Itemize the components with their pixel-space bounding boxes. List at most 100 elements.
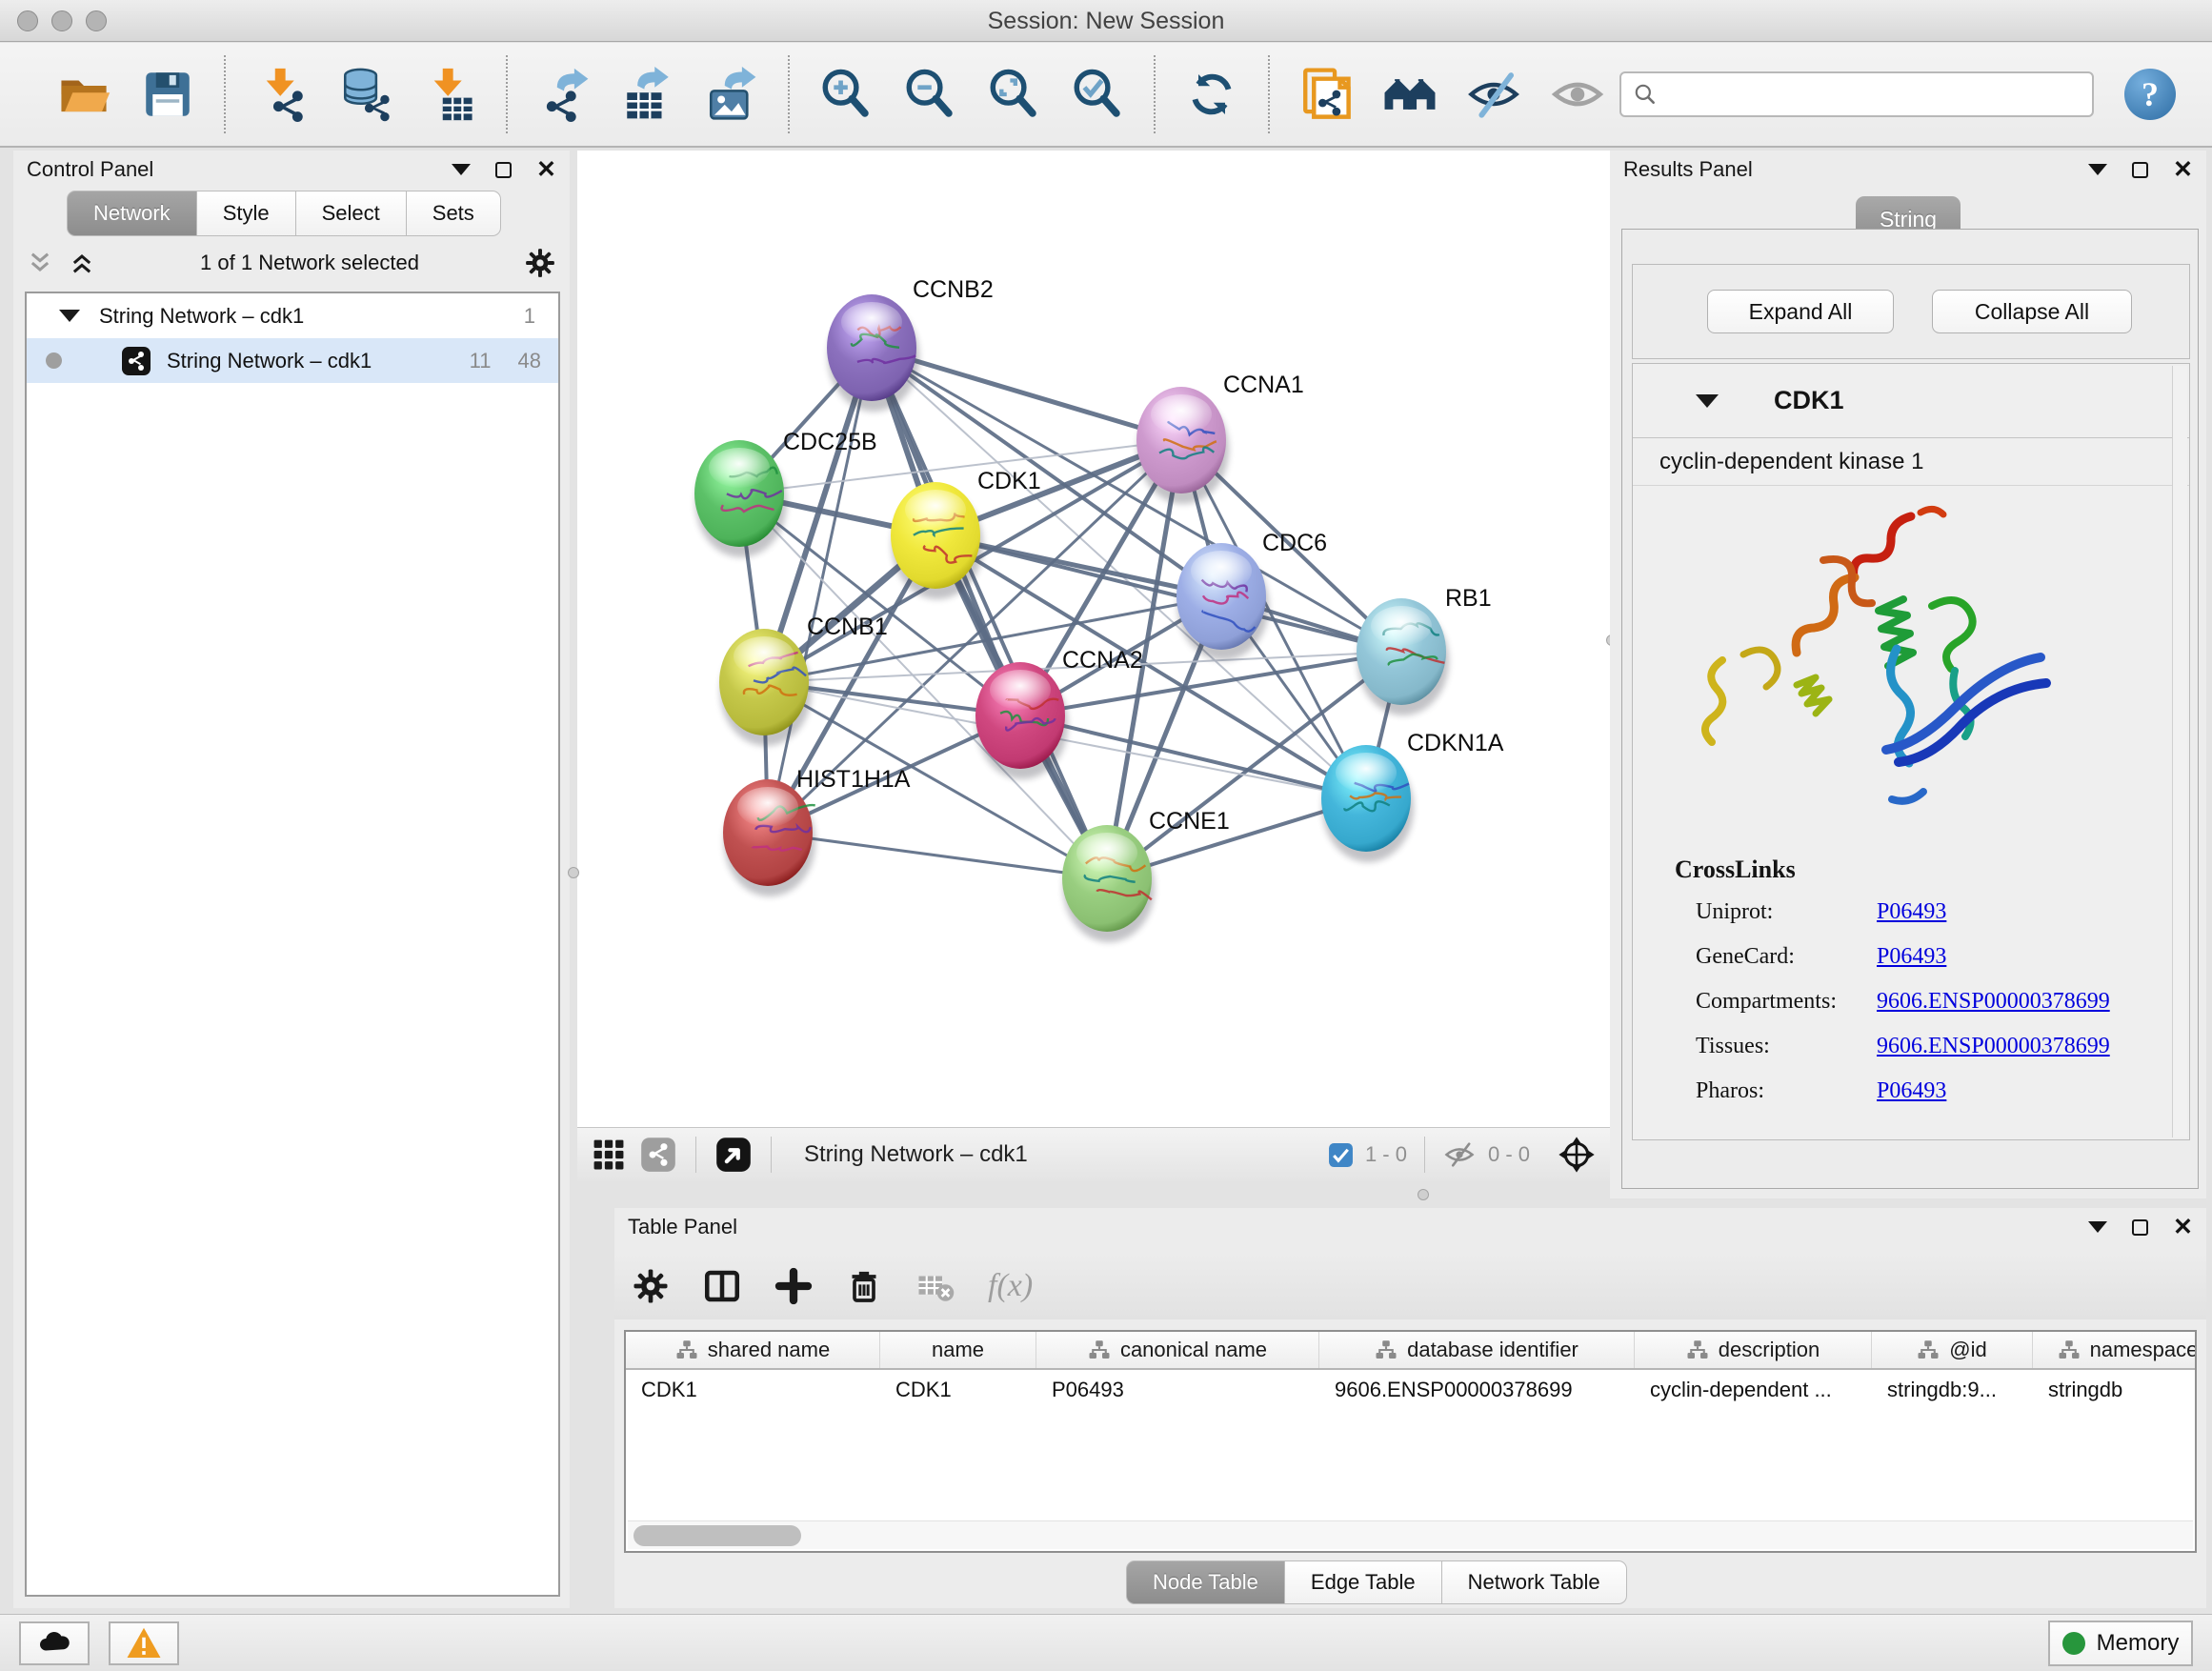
- table-cell[interactable]: CDK1: [626, 1370, 880, 1410]
- search-input[interactable]: [1667, 82, 2081, 107]
- network-node-CCNA1[interactable]: CCNA1: [1136, 372, 1304, 504]
- duplicate-network-button[interactable]: [1296, 64, 1357, 125]
- grid-view-icon[interactable]: [591, 1137, 627, 1173]
- horizontal-scrollbar[interactable]: [628, 1520, 2193, 1549]
- first-neighbors-button[interactable]: [1379, 64, 1440, 125]
- zoom-in-button[interactable]: [815, 64, 876, 125]
- column-header-namespace[interactable]: namespace: [2033, 1332, 2197, 1368]
- column-header-name[interactable]: name: [880, 1332, 1036, 1368]
- import-network-database-button[interactable]: [335, 64, 396, 125]
- vertical-splitter-handle[interactable]: [568, 867, 579, 878]
- zoom-out-button[interactable]: [899, 64, 960, 125]
- network-node-CCNE1[interactable]: CCNE1: [1062, 808, 1230, 942]
- show-all-hidden-button[interactable]: [1547, 64, 1608, 125]
- detach-view-icon[interactable]: [715, 1137, 752, 1173]
- crosslink-value[interactable]: P06493: [1877, 1078, 1946, 1104]
- window-title: Session: New Session: [0, 0, 2212, 42]
- network-node-CDKN1A[interactable]: CDKN1A: [1321, 730, 1504, 862]
- column-header-canonicalname[interactable]: canonical name: [1036, 1332, 1319, 1368]
- tab-sets[interactable]: Sets: [407, 191, 501, 236]
- import-network-icon: [254, 67, 310, 122]
- panel-float-icon[interactable]: [2132, 162, 2148, 178]
- network-node-RB1[interactable]: RB1: [1357, 585, 1492, 715]
- tree-expand-icon[interactable]: [59, 310, 80, 322]
- table-tabs: Node TableEdge TableNetwork Table: [1126, 1560, 1627, 1604]
- tab-network[interactable]: Network: [67, 191, 197, 236]
- save-session-button[interactable]: [137, 64, 198, 125]
- column-header-description[interactable]: description: [1635, 1332, 1872, 1368]
- results-scrollbar[interactable]: [2172, 366, 2187, 1137]
- cloud-button[interactable]: [19, 1621, 90, 1665]
- tab-node-table[interactable]: Node Table: [1126, 1560, 1285, 1604]
- export-image-button[interactable]: [701, 64, 762, 125]
- crosslink-value[interactable]: P06493: [1877, 944, 1946, 970]
- network-collection-row[interactable]: String Network – cdk1 1: [27, 293, 558, 338]
- table-cell[interactable]: 9606.ENSP00000378699: [1319, 1370, 1635, 1410]
- help-button[interactable]: ?: [2124, 69, 2176, 120]
- add-column-icon[interactable]: [774, 1267, 813, 1305]
- panel-close-icon[interactable]: ✕: [2173, 158, 2193, 182]
- table-cell[interactable]: CDK1: [880, 1370, 1036, 1410]
- network-row[interactable]: String Network – cdk1 11 48: [27, 338, 558, 383]
- hide-selected-button[interactable]: [1463, 64, 1524, 125]
- delete-column-icon[interactable]: [845, 1267, 883, 1305]
- panel-menu-icon[interactable]: [2088, 1221, 2107, 1233]
- scrollbar-thumb[interactable]: [633, 1525, 801, 1546]
- results-panel: Results Panel ✕ String Expand All Collap…: [1610, 151, 2206, 1198]
- network-node-HIST1H1A[interactable]: HIST1H1A: [723, 766, 911, 896]
- import-network-file-button[interactable]: [251, 64, 312, 125]
- apply-layout-button[interactable]: [1181, 64, 1242, 125]
- gear-icon[interactable]: [524, 247, 556, 279]
- memory-button[interactable]: Memory: [2048, 1621, 2193, 1666]
- selected-checkbox-icon[interactable]: [1328, 1142, 1354, 1168]
- warnings-button[interactable]: [109, 1621, 179, 1665]
- network-list: String Network – cdk1 1 String Network –…: [25, 292, 560, 1597]
- protein-structure-image: [1675, 492, 2075, 825]
- open-file-button[interactable]: [53, 64, 114, 125]
- table-cell[interactable]: P06493: [1036, 1370, 1319, 1410]
- network-graph[interactable]: CCNB2CCNA1CDC25BCDK1CDC6RB1CCNB1CCNA2CDK…: [577, 151, 1610, 1127]
- birds-eye-crosshair-icon[interactable]: [1557, 1135, 1597, 1175]
- tab-select[interactable]: Select: [296, 191, 407, 236]
- export-table-button[interactable]: [617, 64, 678, 125]
- expand-all-button[interactable]: Expand All: [1707, 290, 1894, 333]
- crosslink-value[interactable]: P06493: [1877, 899, 1946, 925]
- panel-close-icon[interactable]: ✕: [536, 158, 556, 182]
- table-cell[interactable]: stringdb: [2033, 1370, 2197, 1410]
- zoom-selected-button[interactable]: [1067, 64, 1128, 125]
- network-status-dot: [46, 352, 62, 369]
- tab-network-table[interactable]: Network Table: [1442, 1560, 1627, 1604]
- crosslink-value[interactable]: 9606.ENSP00000378699: [1877, 1034, 2110, 1059]
- column-header-sharedname[interactable]: shared name: [626, 1332, 880, 1368]
- section-collapse-icon[interactable]: [1696, 394, 1719, 408]
- crosslink-row: Tissues:9606.ENSP00000378699: [1633, 1034, 2189, 1072]
- crosslink-value[interactable]: 9606.ENSP00000378699: [1877, 989, 2110, 1015]
- tab-edge-table[interactable]: Edge Table: [1285, 1560, 1442, 1604]
- network-node-CCNB1[interactable]: CCNB1: [719, 614, 888, 746]
- panel-float-icon[interactable]: [495, 162, 512, 178]
- network-view-mode-icon[interactable]: [640, 1137, 676, 1173]
- table-cell[interactable]: cyclin-dependent ...: [1635, 1370, 1872, 1410]
- gear-icon[interactable]: [632, 1267, 670, 1305]
- expand-all-icon[interactable]: [69, 250, 95, 276]
- import-table-file-button[interactable]: [419, 64, 480, 125]
- network-node-CDC25B[interactable]: CDC25B: [694, 429, 877, 557]
- network-node-CCNB2[interactable]: CCNB2: [827, 276, 994, 412]
- panel-float-icon[interactable]: [2132, 1219, 2148, 1236]
- export-network-button[interactable]: [533, 64, 594, 125]
- table-row[interactable]: CDK1CDK1P064939606.ENSP00000378699cyclin…: [626, 1370, 2195, 1410]
- table-cell[interactable]: stringdb:9...: [1872, 1370, 2033, 1410]
- column-header-id[interactable]: @id: [1872, 1332, 2033, 1368]
- zoom-fit-button[interactable]: [983, 64, 1044, 125]
- gene-header[interactable]: CDK1: [1633, 364, 2189, 438]
- panel-menu-icon[interactable]: [2088, 164, 2107, 175]
- collapse-all-icon[interactable]: [27, 250, 53, 276]
- panel-close-icon[interactable]: ✕: [2173, 1216, 2193, 1239]
- tab-style[interactable]: Style: [197, 191, 296, 236]
- collapse-all-button[interactable]: Collapse All: [1932, 290, 2132, 333]
- panel-menu-icon[interactable]: [452, 164, 471, 175]
- show-columns-icon[interactable]: [702, 1266, 742, 1306]
- column-header-databaseidentifier[interactable]: database identifier: [1319, 1332, 1635, 1368]
- horizontal-splitter-handle[interactable]: [1418, 1189, 1429, 1200]
- search-box[interactable]: [1619, 71, 2094, 117]
